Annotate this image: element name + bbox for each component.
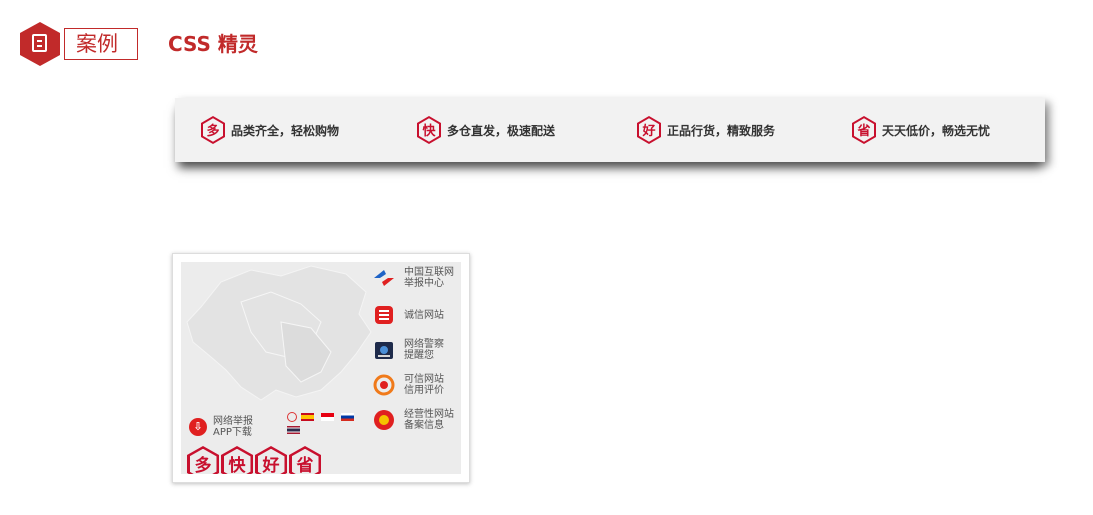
link-line2: 提醒您 [404, 350, 434, 361]
globe-icon[interactable] [287, 412, 297, 422]
hex-badge-icon: 好 [255, 446, 287, 474]
indonesia-flag-icon[interactable] [321, 413, 334, 421]
banner-text: 正品行货，精致服务 [667, 123, 776, 138]
russia-flag-icon[interactable] [341, 413, 354, 421]
business-license-icon [372, 408, 396, 432]
link-line1: 中国互联网 [404, 267, 454, 278]
police-icon [372, 338, 396, 362]
link-line2: 信用评价 [404, 385, 444, 396]
link-line1: 网络警察 [404, 339, 444, 350]
trust-rating-icon [372, 373, 396, 397]
hex-badge-icon: 省 [852, 116, 876, 144]
banner-item-fast[interactable]: 快 多仓直发，极速配送 [417, 114, 555, 146]
service-banner: 多 品类齐全，轻松购物 快 多仓直发，极速配送 好 正品行货，精致服务 省 天天… [175, 98, 1045, 162]
hex-badge-icon: 多 [201, 116, 225, 144]
app-download-line1: 网络举报 [213, 416, 253, 427]
link-police[interactable]: 网络警察 提醒您 [372, 338, 444, 362]
app-download-line2: APP下载 [213, 427, 252, 438]
china-map-shape [186, 265, 372, 401]
page-title: CSS 精灵 [168, 32, 258, 56]
china-internet-report-icon [372, 266, 396, 290]
link-credit-site[interactable]: 诚信网站 [372, 303, 444, 327]
badge-row: 多 快 好 省 [187, 446, 323, 474]
link-business-license[interactable]: 经营性网站 备案信息 [372, 408, 454, 432]
spain-flag-icon[interactable] [301, 413, 314, 421]
download-icon: ⇩ [189, 418, 207, 436]
thailand-flag-icon[interactable] [287, 426, 300, 434]
china-map: ⇩ 网络举报 APP下载 多 快 好 省 [181, 262, 461, 474]
app-download-link[interactable]: ⇩ 网络举报 APP下载 [189, 416, 253, 438]
link-line2: 备案信息 [404, 420, 444, 431]
link-line1: 诚信网站 [404, 309, 444, 321]
hex-badge-icon: 快 [417, 116, 441, 144]
link-line2: 举报中心 [404, 278, 444, 289]
banner-text: 多仓直发，极速配送 [447, 123, 556, 138]
link-line1: 可信网站 [404, 374, 444, 385]
banner-text: 品类齐全，轻松购物 [231, 123, 340, 138]
link-china-internet-report[interactable]: 中国互联网 举报中心 [372, 266, 454, 290]
banner-item-variety[interactable]: 多 品类齐全，轻松购物 [201, 114, 339, 146]
link-trust-rating[interactable]: 可信网站 信用评价 [372, 373, 444, 397]
sprite-image: ⇩ 网络举报 APP下载 多 快 好 省 中国互联网 举报中心 诚信网站 网络警… [172, 253, 470, 483]
hex-badge-icon: 好 [637, 116, 661, 144]
hex-badge-icon: 多 [187, 446, 219, 474]
banner-item-quality[interactable]: 好 正品行货，精致服务 [637, 114, 775, 146]
hex-badge-icon: 省 [289, 446, 321, 474]
document-icon [20, 22, 60, 66]
page-header: 案例 CSS 精灵 [20, 22, 620, 66]
hex-badge-icon: 快 [221, 446, 253, 474]
banner-item-save[interactable]: 省 天天低价，畅选无忧 [852, 114, 990, 146]
banner-text: 天天低价，畅选无忧 [882, 123, 991, 138]
credit-site-icon [372, 303, 396, 327]
link-line1: 经营性网站 [404, 409, 454, 420]
case-label: 案例 [64, 28, 138, 60]
